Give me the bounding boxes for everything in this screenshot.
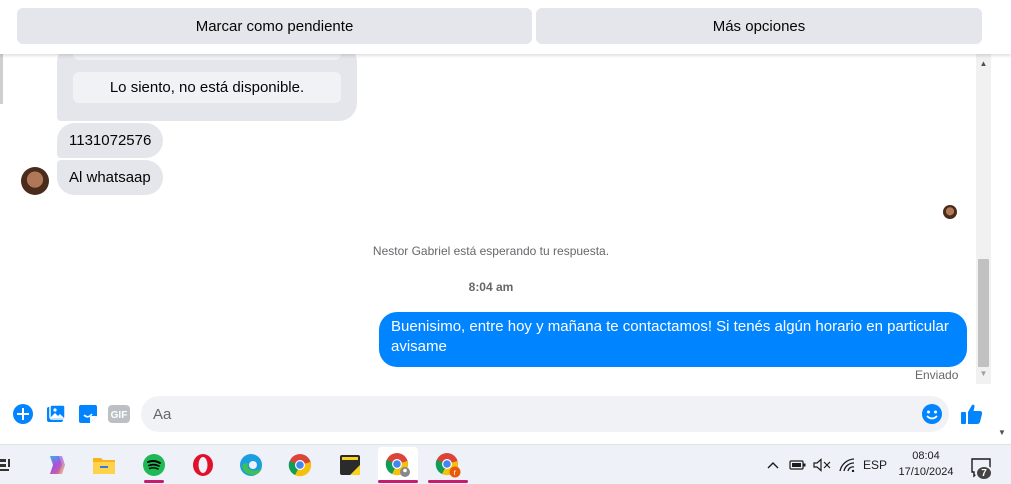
gif-label: GIF bbox=[111, 410, 128, 421]
scroll-up-arrow-icon[interactable]: ▲ bbox=[976, 58, 991, 70]
contact-avatar[interactable] bbox=[21, 167, 49, 195]
mark-pending-button[interactable]: Marcar como pendiente bbox=[17, 8, 532, 44]
running-indicator bbox=[428, 480, 468, 483]
message-input[interactable] bbox=[141, 396, 949, 432]
chat-scrollbar[interactable]: ▲ ▼ bbox=[976, 54, 991, 384]
quick-reply-option-previous[interactable] bbox=[73, 54, 341, 60]
message-list: Lo siento, no está disponible. 113107257… bbox=[0, 54, 976, 384]
clock[interactable]: 08:04 17/10/2024 bbox=[888, 448, 964, 480]
clock-time: 08:04 bbox=[912, 450, 940, 462]
read-receipt-avatar bbox=[943, 205, 957, 219]
gif-icon[interactable]: GIF bbox=[108, 403, 130, 425]
chrome-profile-icon[interactable] bbox=[378, 447, 418, 483]
like-icon[interactable] bbox=[960, 403, 984, 425]
scroll-down-arrow-icon[interactable]: ▼ bbox=[976, 368, 991, 380]
clock-date: 17/10/2024 bbox=[898, 466, 954, 478]
image-icon[interactable] bbox=[45, 403, 67, 425]
battery-icon[interactable] bbox=[788, 445, 808, 484]
chrome-icon[interactable] bbox=[280, 447, 320, 483]
page-scroll-down-icon[interactable]: ▼ bbox=[996, 428, 1008, 440]
running-indicator bbox=[144, 480, 164, 483]
sticky-notes-icon[interactable] bbox=[330, 447, 370, 483]
spotify-icon[interactable] bbox=[134, 447, 174, 483]
plus-icon[interactable] bbox=[12, 403, 34, 425]
active-indicator bbox=[378, 480, 418, 483]
action-bar: Marcar como pendiente Más opciones bbox=[0, 0, 1011, 54]
more-options-button[interactable]: Más opciones bbox=[536, 8, 982, 44]
quick-reply-card: Lo siento, no está disponible. bbox=[57, 54, 357, 121]
incoming-message[interactable]: Al whatsaap bbox=[57, 160, 163, 195]
widgets-icon[interactable] bbox=[0, 457, 12, 473]
chrome-profile-r-icon[interactable]: r bbox=[428, 447, 468, 483]
edge-icon[interactable] bbox=[231, 447, 271, 483]
time-separator: 8:04 am bbox=[468, 280, 514, 294]
composer: GIF bbox=[0, 390, 991, 438]
waiting-notice: Nestor Gabriel está esperando tu respues… bbox=[372, 244, 610, 258]
wifi-icon[interactable] bbox=[836, 445, 858, 484]
scroll-thumb[interactable] bbox=[978, 259, 989, 367]
opera-icon[interactable] bbox=[183, 447, 223, 483]
profile-letter: r bbox=[454, 468, 457, 477]
file-explorer-icon[interactable] bbox=[84, 447, 124, 483]
incoming-message[interactable]: 1131072576 bbox=[57, 123, 164, 158]
emoji-icon[interactable] bbox=[921, 403, 943, 425]
taskbar: r ESP 08:04 17/10/2024 bbox=[0, 444, 1011, 484]
quick-reply-unavailable[interactable]: Lo siento, no está disponible. bbox=[73, 72, 341, 103]
language-indicator[interactable]: ESP bbox=[860, 445, 890, 484]
notification-count-badge: 7 bbox=[975, 465, 993, 481]
volume-muted-icon[interactable] bbox=[812, 445, 832, 484]
message-status: Enviado bbox=[915, 368, 959, 382]
sticker-icon[interactable] bbox=[77, 403, 99, 425]
chevron-up-icon[interactable] bbox=[764, 445, 782, 484]
outgoing-message[interactable]: Buenisimo, entre hoy y mañana te contact… bbox=[379, 312, 967, 367]
copilot-icon[interactable] bbox=[36, 447, 76, 483]
